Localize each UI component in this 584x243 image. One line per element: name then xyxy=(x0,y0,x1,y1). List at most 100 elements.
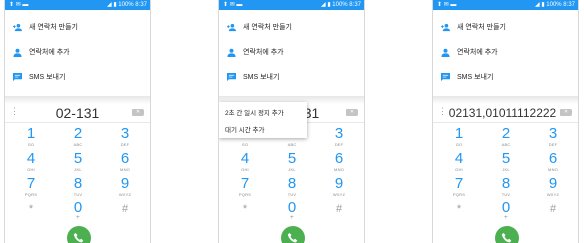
key-letters: GHI xyxy=(455,167,463,172)
call-button[interactable] xyxy=(495,226,519,243)
key-digit: 8 xyxy=(287,175,297,192)
message-icon xyxy=(227,73,236,82)
key-star[interactable]: * xyxy=(11,200,51,226)
key-digit: 6 xyxy=(548,150,558,167)
digits-field[interactable]: ⋮ 02-131 ✕ xyxy=(5,104,150,123)
key-letters: GO xyxy=(241,142,249,147)
send-sms-item[interactable]: SMS 보내기 xyxy=(5,67,150,89)
key-digit: * xyxy=(28,203,34,215)
key-3[interactable]: 3 DEF xyxy=(533,126,573,152)
key-5[interactable]: 5 JKL xyxy=(272,151,312,177)
key-9[interactable]: 9 WXYZ xyxy=(319,176,359,202)
key-2[interactable]: 2ABC xyxy=(58,126,98,152)
key-9[interactable]: 9 WXYZ xyxy=(533,176,573,202)
key-letters: ABC xyxy=(501,142,511,147)
key-9[interactable]: 9 WXYZ xyxy=(105,176,145,202)
key-digit: 0 xyxy=(73,199,83,216)
add-to-contact-item[interactable]: 연락처에 추가 xyxy=(219,42,364,64)
status-left-icons: ⬆ ✉ ▬ xyxy=(9,2,29,8)
key-0[interactable]: 0 + xyxy=(486,200,526,226)
digits-field[interactable]: ⋮ 02131,01011112222 ✕ xyxy=(433,104,578,123)
key-digit: 1 xyxy=(454,125,464,142)
key-letters: ABC xyxy=(73,142,83,147)
key-4[interactable]: 4 GHI xyxy=(11,151,51,177)
call-button[interactable] xyxy=(67,226,91,243)
send-sms-item[interactable]: SMS 보내기 xyxy=(219,67,364,89)
person-icon xyxy=(13,48,22,57)
status-left-icons: ⬆ ✉ ▬ xyxy=(223,2,243,8)
key-hash[interactable]: # xyxy=(533,200,573,226)
key-digit: 6 xyxy=(334,150,344,167)
key-letters: + xyxy=(504,215,508,221)
key-hash[interactable]: # xyxy=(105,200,145,226)
add-contact-icon xyxy=(227,23,236,32)
add-to-contact-item[interactable]: 연락처에 추가 xyxy=(433,42,578,64)
new-contact-label: 새 연락처 만들기 xyxy=(457,24,506,31)
key-digit: 7 xyxy=(26,175,36,192)
send-sms-label: SMS 보내기 xyxy=(243,74,280,81)
key-digit: 8 xyxy=(73,175,83,192)
key-digit: # xyxy=(121,203,129,215)
backspace-icon[interactable]: ✕ xyxy=(560,109,572,116)
new-contact-item[interactable]: 새 연락처 만들기 xyxy=(219,17,364,39)
call-button[interactable] xyxy=(281,226,305,243)
action-menu: 새 연락처 만들기 연락처에 추가 SMS 보내기 xyxy=(5,10,150,96)
key-6[interactable]: 6 MNO xyxy=(105,151,145,177)
phone-icon xyxy=(73,233,84,243)
key-7[interactable]: 7 PQRS xyxy=(225,176,265,202)
key-digit: 5 xyxy=(501,150,511,167)
key-5[interactable]: 5 JKL xyxy=(486,151,526,177)
key-digit: 2 xyxy=(501,125,511,142)
add-to-contact-label: 연락처에 추가 xyxy=(457,49,498,56)
key-digit: 1 xyxy=(26,125,36,142)
key-6[interactable]: 6 MNO xyxy=(319,151,359,177)
key-2[interactable]: 2ABC xyxy=(486,126,526,152)
key-digit: 3 xyxy=(334,125,344,142)
key-letters: GO xyxy=(27,142,35,147)
key-0[interactable]: 0 + xyxy=(58,200,98,226)
status-right: ◢ ▮ 100% 8:37 xyxy=(321,2,361,8)
key-letters: PQRS xyxy=(238,192,252,197)
phone-icon xyxy=(287,233,298,243)
key-4[interactable]: 4 GHI xyxy=(439,151,479,177)
key-1[interactable]: 1GO xyxy=(11,126,51,152)
key-digit: * xyxy=(456,203,462,215)
key-letters: JKL xyxy=(502,167,510,172)
key-star[interactable]: * xyxy=(439,200,479,226)
key-5[interactable]: 5 JKL xyxy=(58,151,98,177)
send-sms-label: SMS 보내기 xyxy=(457,74,494,81)
key-7[interactable]: 7 PQRS xyxy=(11,176,51,202)
key-0[interactable]: 0 + xyxy=(272,200,312,226)
key-letters: WXYZ xyxy=(546,192,560,197)
key-digit: 9 xyxy=(334,175,344,192)
key-letters: PQRS xyxy=(24,192,38,197)
phone-screen-1: ⬆ ✉ ▬ ◢ ▮ 100% 8:37 새 연락처 만들기 연락처에 추가 SM… xyxy=(4,0,151,243)
key-4[interactable]: 4 GHI xyxy=(225,151,265,177)
key-letters: MNO xyxy=(334,167,344,172)
new-contact-item[interactable]: 새 연락처 만들기 xyxy=(5,17,150,39)
key-digit: 7 xyxy=(240,175,250,192)
key-1[interactable]: 1GO xyxy=(439,126,479,152)
message-icon xyxy=(441,73,450,82)
key-6[interactable]: 6 MNO xyxy=(533,151,573,177)
backspace-icon[interactable]: ✕ xyxy=(132,109,144,116)
backspace-icon[interactable]: ✕ xyxy=(346,109,358,116)
action-menu: 새 연락처 만들기 연락처에 추가 SMS 보내기 xyxy=(219,10,364,96)
add-to-contact-item[interactable]: 연락처에 추가 xyxy=(5,42,150,64)
dialed-number: 02131,01011112222 xyxy=(448,106,557,120)
key-7[interactable]: 7 PQRS xyxy=(439,176,479,202)
key-3[interactable]: 3 DEF xyxy=(319,126,359,152)
key-star[interactable]: * xyxy=(225,200,265,226)
key-digit: 5 xyxy=(287,150,297,167)
key-letters: TUV xyxy=(73,192,83,197)
key-digit: 8 xyxy=(501,175,511,192)
key-hash[interactable]: # xyxy=(319,200,359,226)
key-digit: 5 xyxy=(73,150,83,167)
new-contact-item[interactable]: 새 연락처 만들기 xyxy=(433,17,578,39)
add-pause-option[interactable]: 2초 간 일시 정지 추가 xyxy=(225,107,284,117)
add-contact-icon xyxy=(13,23,22,32)
phone-screen-3: ⬆ ✉ ▬ ◢ ▮ 100% 8:37 새 연락처 만들기 연락처에 추가 SM… xyxy=(432,0,579,243)
key-3[interactable]: 3 DEF xyxy=(105,126,145,152)
add-wait-option[interactable]: 대기 시간 추가 xyxy=(225,124,265,134)
send-sms-item[interactable]: SMS 보내기 xyxy=(433,67,578,89)
